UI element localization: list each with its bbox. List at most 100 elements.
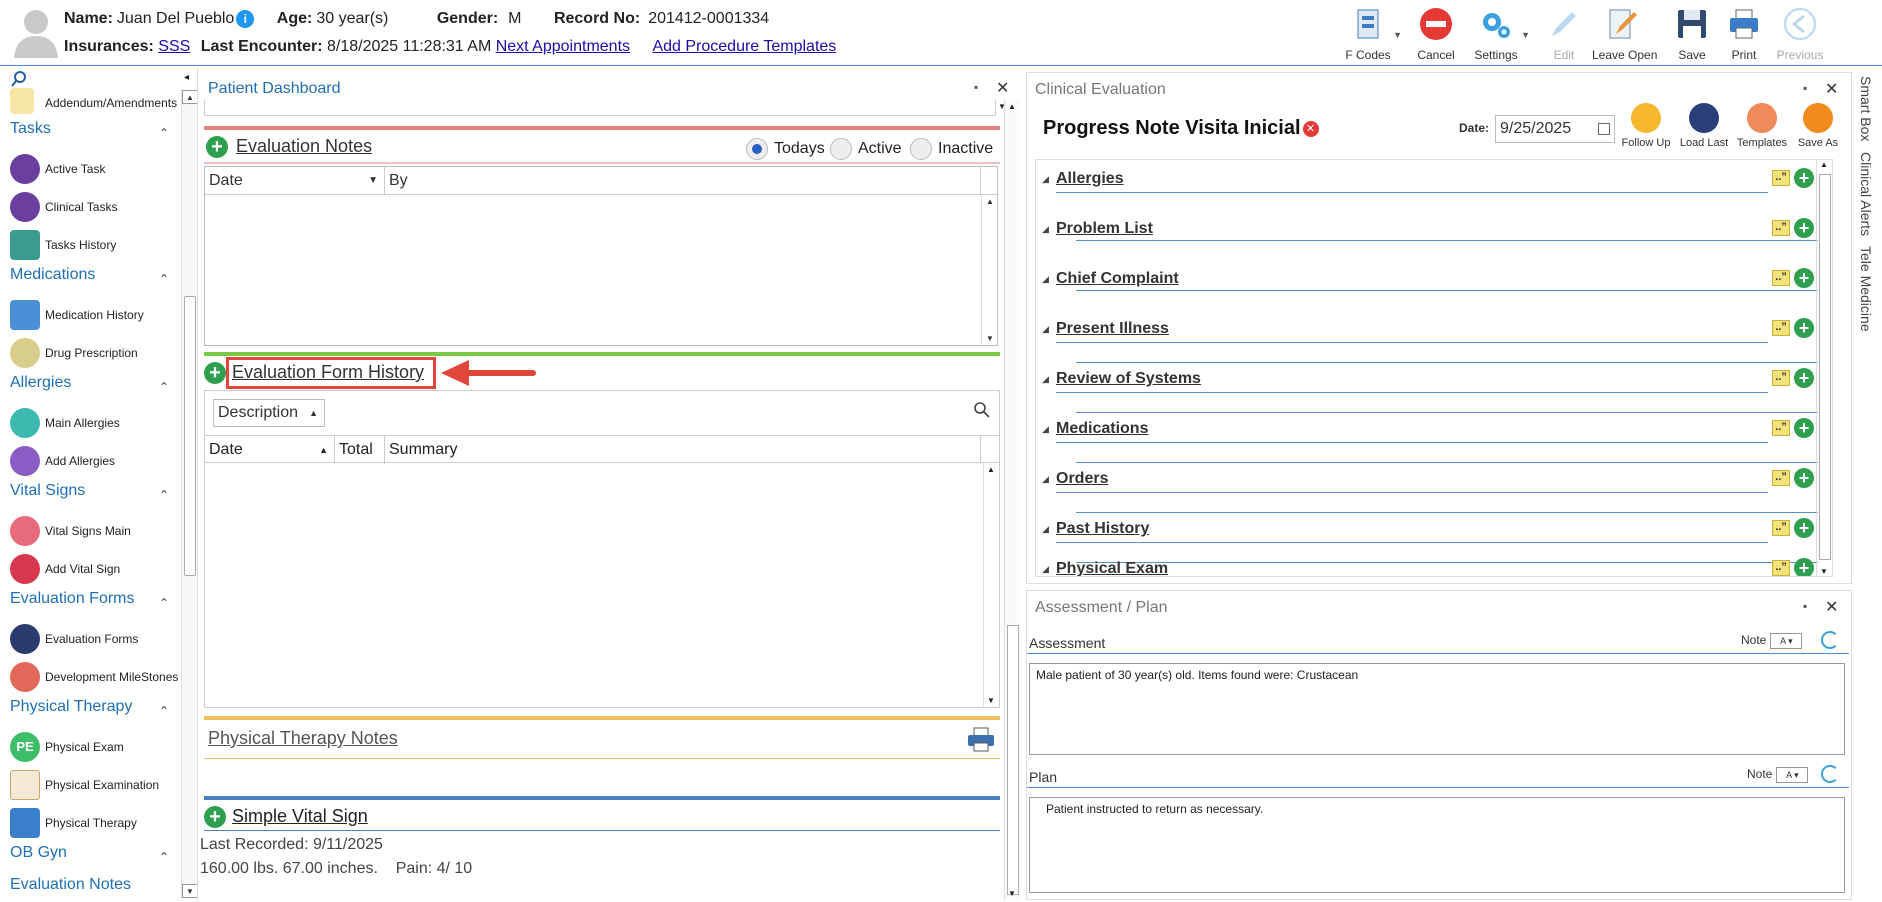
sidebar-scroll-thumb[interactable] (184, 296, 196, 576)
next-appointments-link[interactable]: Next Appointments (496, 38, 630, 55)
pin-icon[interactable]: ▪ (1803, 599, 1807, 613)
chevron-up-icon[interactable]: ⌃ (159, 126, 169, 140)
grid-scrollbar[interactable]: ▲ ▼ (983, 463, 999, 707)
close-icon[interactable]: ✕ (1825, 597, 1838, 617)
chevron-up-icon[interactable]: ⌃ (159, 488, 169, 502)
cancel-button[interactable]: Cancel (1406, 4, 1466, 64)
sidebar-item-tasks-history[interactable]: Tasks History (10, 228, 180, 262)
add-icon[interactable]: + (1794, 268, 1814, 288)
sidebar-section-medications[interactable]: Medications (10, 266, 95, 284)
quote-icon[interactable]: ..” (1772, 270, 1790, 286)
description-dropdown[interactable]: Description ▲ (213, 399, 325, 427)
refresh-icon[interactable] (1821, 631, 1839, 649)
quote-icon[interactable]: ..” (1772, 170, 1790, 186)
scroll-up-icon[interactable]: ▲ (1008, 102, 1016, 111)
section-allergies[interactable]: ◢ Allergies..” + (1036, 164, 1816, 214)
quote-icon[interactable]: ..” (1772, 220, 1790, 236)
expand-icon[interactable]: ◢ (1042, 474, 1049, 485)
sidebar-item-physical-therapy[interactable]: Physical Therapy (10, 806, 180, 840)
add-evaluation-form-icon[interactable]: + (204, 362, 226, 384)
section-problem-list[interactable]: ◢ Problem List..” + (1036, 214, 1818, 264)
quote-icon[interactable]: ..” (1772, 370, 1790, 386)
add-evaluation-note-icon[interactable]: + (206, 136, 228, 158)
section-present-illness[interactable]: ◢ Present Illness..” + (1036, 314, 1818, 364)
tab-smart-box[interactable]: Smart Box (1858, 76, 1874, 141)
col-date[interactable]: Date ▼ (205, 167, 385, 195)
filter-inactive-radio[interactable]: Inactive (910, 138, 993, 160)
sidebar-item-add-vital-sign[interactable]: Add Vital Sign (10, 552, 180, 586)
sidebar-item-main-allergies[interactable]: Main Allergies (10, 406, 180, 440)
chevron-up-icon[interactable]: ⌃ (159, 380, 169, 394)
plan-note-selector[interactable]: Note A ▾ (1747, 767, 1809, 783)
insurance-link[interactable]: SSS (158, 38, 190, 55)
chevron-up-icon[interactable]: ⌃ (159, 704, 169, 718)
evaluation-notes-title[interactable]: Evaluation Notes (236, 136, 372, 157)
add-icon[interactable]: + (1794, 518, 1814, 538)
clinical-scroll-thumb[interactable] (1819, 174, 1831, 560)
chevron-up-icon[interactable]: ⌃ (159, 850, 169, 864)
col-by[interactable]: By (385, 167, 981, 195)
filter-active-radio[interactable]: Active (830, 138, 902, 160)
physical-therapy-notes-title[interactable]: Physical Therapy Notes (208, 728, 398, 749)
edit-button[interactable]: Edit (1534, 4, 1594, 64)
scroll-down-icon[interactable]: ▼ (182, 884, 197, 898)
sidebar-section-evaluation-forms[interactable]: Evaluation Forms (10, 590, 135, 608)
add-icon[interactable]: + (1794, 168, 1814, 188)
expand-icon[interactable]: ◢ (1042, 174, 1049, 185)
remove-note-icon[interactable]: ✕ (1302, 120, 1319, 137)
save-as-button[interactable]: Save As (1789, 103, 1847, 149)
close-icon[interactable]: ✕ (996, 78, 1009, 98)
chevron-up-icon[interactable]: ⌃ (159, 272, 169, 286)
note-dropdown-icon[interactable]: A ▾ (1770, 633, 1803, 649)
grid-scrollbar[interactable]: ▲ ▼ (981, 195, 997, 345)
previous-button[interactable]: Previous (1770, 4, 1830, 64)
radio-selected[interactable] (746, 138, 768, 160)
quote-icon[interactable]: ..” (1772, 420, 1790, 436)
search-icon[interactable] (973, 401, 991, 419)
expand-icon[interactable]: ◢ (1042, 374, 1049, 385)
radio-unselected[interactable] (910, 138, 932, 160)
add-icon[interactable]: + (1794, 418, 1814, 438)
templates-button[interactable]: Templates (1733, 103, 1791, 149)
pin-icon[interactable]: ▪ (1803, 81, 1807, 95)
sidebar-section-evaluation-notes[interactable]: Evaluation Notes (10, 876, 131, 894)
dashboard-scrollbar[interactable]: ▲ ▼ (1004, 100, 1020, 900)
settings-dropdown-icon[interactable]: ▼ (1521, 30, 1530, 40)
add-icon[interactable]: + (1794, 218, 1814, 238)
expand-icon[interactable]: ◢ (1042, 224, 1049, 235)
expand-icon[interactable]: ◢ (1042, 424, 1049, 435)
quote-icon[interactable]: ..” (1772, 560, 1790, 576)
sidebar-section-ob-gyn[interactable]: OB Gyn (10, 844, 67, 862)
add-icon[interactable]: + (1794, 558, 1814, 576)
settings-button[interactable]: ▼ Settings (1466, 4, 1530, 64)
sidebar-item-physical-examination[interactable]: Physical Examination (10, 768, 180, 802)
filter-todays-radio[interactable]: Todays (746, 138, 825, 160)
chevron-up-icon[interactable]: ⌃ (159, 596, 169, 610)
note-dropdown-icon[interactable]: A ▾ (1776, 767, 1809, 783)
collapse-sidebar-icon[interactable]: ◂ (184, 72, 189, 83)
scroll-down-icon[interactable]: ▼ (1008, 889, 1016, 898)
add-icon[interactable]: + (1794, 368, 1814, 388)
assessment-textarea[interactable]: Male patient of 30 year(s) old. Items fo… (1029, 663, 1845, 755)
sidebar-item-medication-history[interactable]: Medication History (10, 298, 180, 332)
sort-up-icon[interactable]: ▲ (309, 400, 318, 426)
scroll-up-icon[interactable]: ▲ (987, 465, 995, 474)
pin-icon[interactable]: ▪ (974, 80, 978, 94)
sidebar-item-add-allergies[interactable]: Add Allergies (10, 444, 180, 478)
sidebar-item-evaluation-forms[interactable]: Evaluation Forms (10, 622, 180, 656)
sidebar-section-vital-signs[interactable]: Vital Signs (10, 482, 85, 500)
section-physical-exam[interactable]: ◢ Physical Exam..” + (1036, 554, 1816, 576)
section-orders[interactable]: ◢ Orders..” + (1036, 464, 1818, 514)
add-vital-sign-icon[interactable]: + (204, 806, 226, 828)
section-medications[interactable]: ◢ Medications..” + (1036, 414, 1818, 464)
add-icon[interactable]: + (1794, 468, 1814, 488)
scroll-down-icon[interactable]: ▼ (1820, 567, 1828, 576)
scroll-up-icon[interactable]: ▲ (1820, 160, 1828, 169)
sort-up-icon[interactable]: ▲ (319, 436, 328, 464)
assessment-note-selector[interactable]: Note A ▾ (1741, 633, 1803, 649)
scroll-down-icon[interactable]: ▼ (987, 696, 995, 705)
sidebar-item-physical-exam[interactable]: PE Physical Exam (10, 730, 180, 764)
expand-icon[interactable]: ◢ (1042, 274, 1049, 285)
print-button[interactable]: Print (1714, 4, 1774, 64)
sidebar-item-clinical-tasks[interactable]: Clinical Tasks (10, 190, 180, 224)
